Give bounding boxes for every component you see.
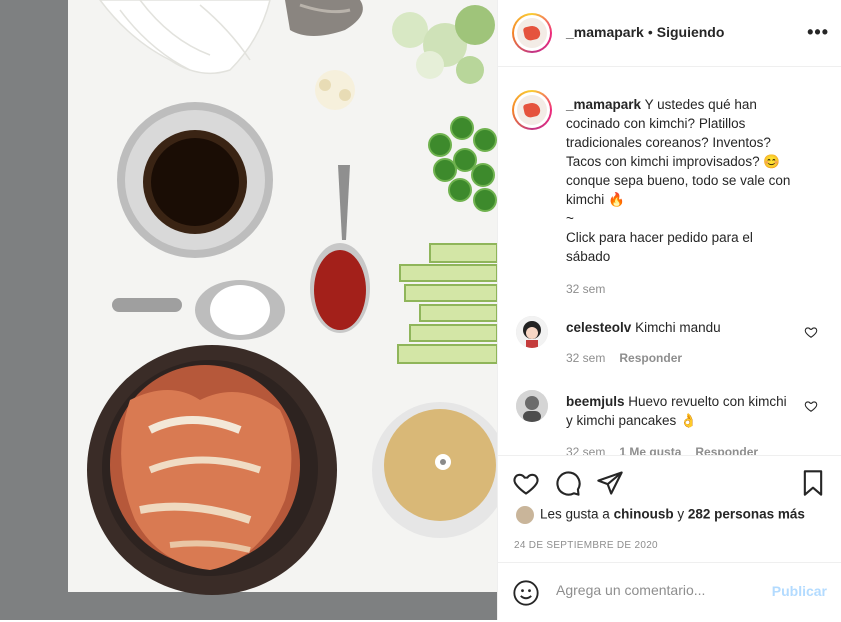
caption-line: cocinado con kimchi? Platillos <box>566 116 746 131</box>
likes-prefix: Les gusta a <box>540 506 610 522</box>
post-photo[interactable] <box>0 0 497 620</box>
follow-status-button[interactable]: Siguiendo <box>657 24 725 40</box>
caption-avatar[interactable] <box>512 90 552 130</box>
post-header: _mamapark • Siguiendo ••• <box>498 0 841 67</box>
caption-username[interactable]: _mamapark <box>566 97 641 112</box>
commenter-avatar-image <box>516 316 548 348</box>
add-comment-bar: Publicar <box>498 562 841 622</box>
likes-connector: y <box>677 506 685 522</box>
like-heart-icon[interactable] <box>512 469 540 497</box>
caption-line: tradicionales coreanos? Inventos? <box>566 135 771 150</box>
likes-others[interactable]: 282 personas más <box>688 507 805 522</box>
author-username[interactable]: _mamapark <box>566 24 644 40</box>
reply-button[interactable]: Responder <box>619 351 682 365</box>
caption-line: Tacos con kimchi improvisados? 😊 <box>566 154 781 169</box>
liker-avatar[interactable] <box>516 506 534 524</box>
comment-username[interactable]: celesteolv <box>566 320 631 335</box>
post-side-panel: _mamapark • Siguiendo ••• _mamapark Y uste… <box>497 0 841 620</box>
comment-body: celesteolv Kimchi mandu <box>566 318 796 337</box>
comment-body: beemjuls Huevo revuelto con kimchi y kim… <box>566 392 796 430</box>
post-actions: Les gusta a chinousb y 282 personas más … <box>498 455 841 621</box>
post-date[interactable]: 24 DE SEPTIEMBRE DE 2020 <box>514 540 658 551</box>
comment-likes[interactable]: 1 Me gusta <box>619 445 681 455</box>
comments-list[interactable]: _mamapark Y ustedes qué han cocinado con… <box>498 67 841 455</box>
commenter-avatar[interactable] <box>516 390 548 422</box>
likes-summary: Les gusta a chinousb y 282 personas más <box>516 506 805 524</box>
author-avatar[interactable] <box>512 13 552 53</box>
caption-line: kimchi 🔥 <box>566 192 625 207</box>
caption-line: Y ustedes qué han <box>644 97 757 112</box>
comment-meta: 32 sem 1 Me gusta Responder <box>566 445 772 455</box>
heart-icon[interactable] <box>804 325 818 339</box>
comment-text: Kimchi mandu <box>635 320 721 335</box>
separator-dot: • <box>647 24 653 40</box>
kimchi-ingredients-image <box>0 0 497 620</box>
liker-username[interactable]: chinousb <box>614 507 674 522</box>
comment-username[interactable]: beemjuls <box>566 394 625 409</box>
reply-button[interactable]: Responder <box>695 445 758 455</box>
comment-bubble-icon[interactable] <box>554 469 582 497</box>
share-plane-icon[interactable] <box>596 469 624 497</box>
comment-time[interactable]: 32 sem <box>566 351 605 365</box>
commenter-avatar-image <box>516 390 548 422</box>
comment-meta: 32 sem Responder <box>566 351 696 365</box>
author-line: _mamapark • Siguiendo <box>566 24 724 40</box>
comment-input[interactable] <box>554 581 758 599</box>
emoji-icon[interactable] <box>512 579 540 607</box>
commenter-avatar[interactable] <box>516 316 548 348</box>
caption-line: conque sepa bueno, todo se vale con <box>566 173 791 188</box>
caption-line: Click para hacer pedido para el <box>566 230 753 245</box>
caption-line: sábado <box>566 249 611 264</box>
comment-time[interactable]: 32 sem <box>566 445 605 455</box>
caption-line: ~ <box>566 211 574 226</box>
more-icon[interactable]: ••• <box>807 22 829 43</box>
publish-button[interactable]: Publicar <box>772 583 827 599</box>
bookmark-icon[interactable] <box>799 469 827 497</box>
post-caption: _mamapark Y ustedes qué han cocinado con… <box>566 95 816 299</box>
caption-time[interactable]: 32 sem <box>566 280 816 299</box>
heart-icon[interactable] <box>804 399 818 413</box>
